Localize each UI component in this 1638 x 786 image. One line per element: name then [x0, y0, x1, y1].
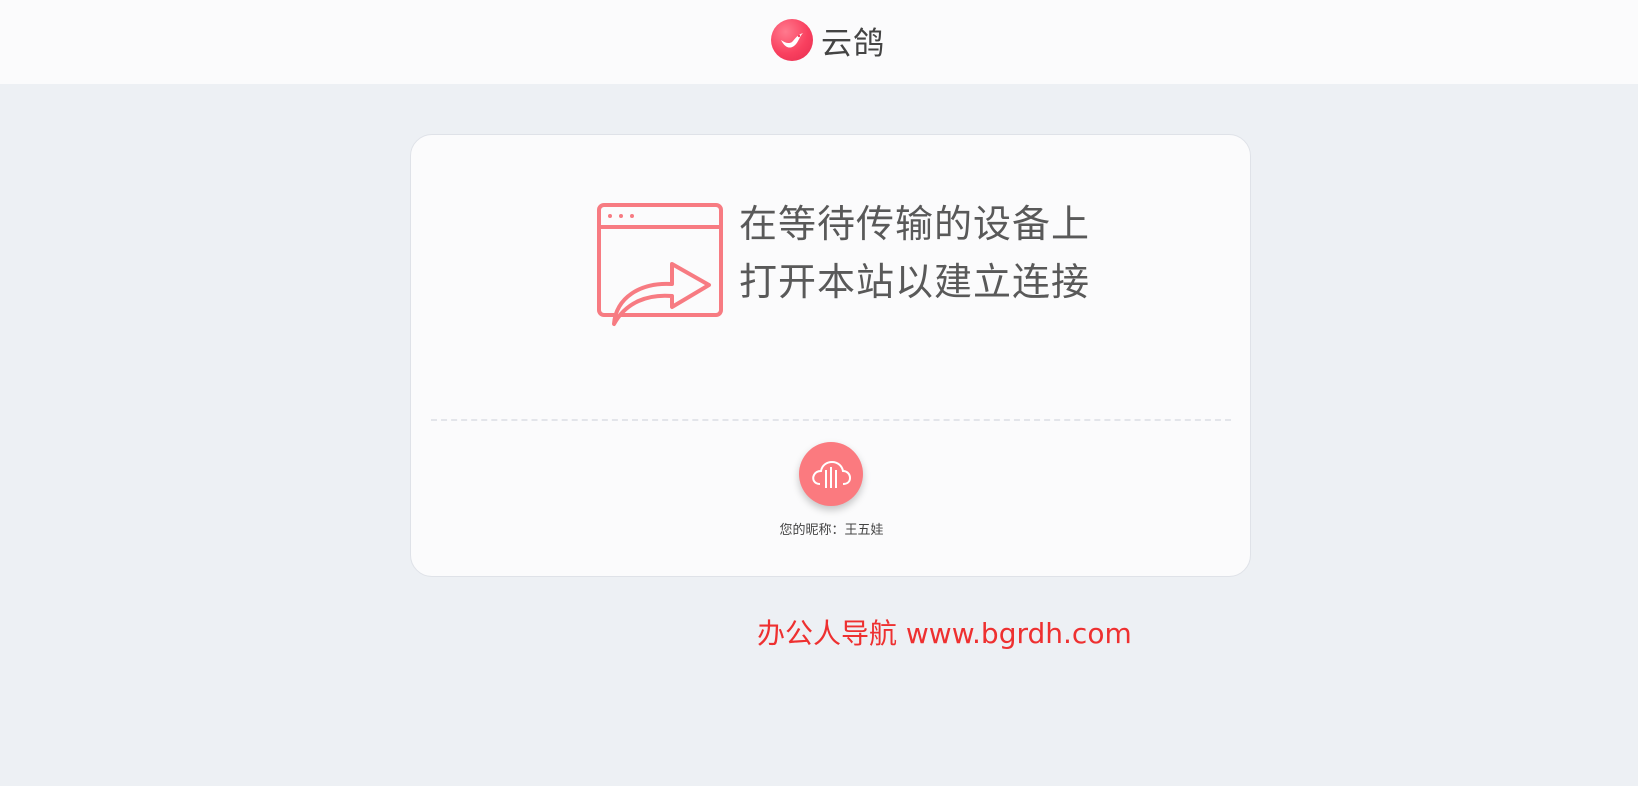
dove-icon [771, 19, 813, 61]
nickname-label: 您的昵称： [779, 523, 845, 538]
connection-card: 在等待传输的设备上 打开本站以建立连接 您的昵称：王五娃 [410, 134, 1251, 577]
brand-name: 云鸽 [821, 25, 885, 62]
watermark-text: 办公人导航 www.bgrdh.com [757, 617, 1132, 650]
browser-share-icon [597, 203, 723, 326]
nickname: 您的昵称：王五娃 [411, 519, 1252, 538]
self-device-button[interactable] [799, 442, 863, 506]
instruction-text: 在等待传输的设备上 打开本站以建立连接 [739, 195, 1090, 311]
top-header: 云鸽 [0, 0, 1638, 84]
dashed-divider [431, 419, 1231, 421]
cloud-transfer-icon [812, 460, 852, 488]
instruction-line-1: 在等待传输的设备上 [739, 202, 1091, 246]
nickname-value: 王五娃 [844, 523, 884, 538]
brand[interactable]: 云鸽 [771, 18, 885, 62]
instruction-line-2: 打开本站以建立连接 [739, 260, 1091, 304]
